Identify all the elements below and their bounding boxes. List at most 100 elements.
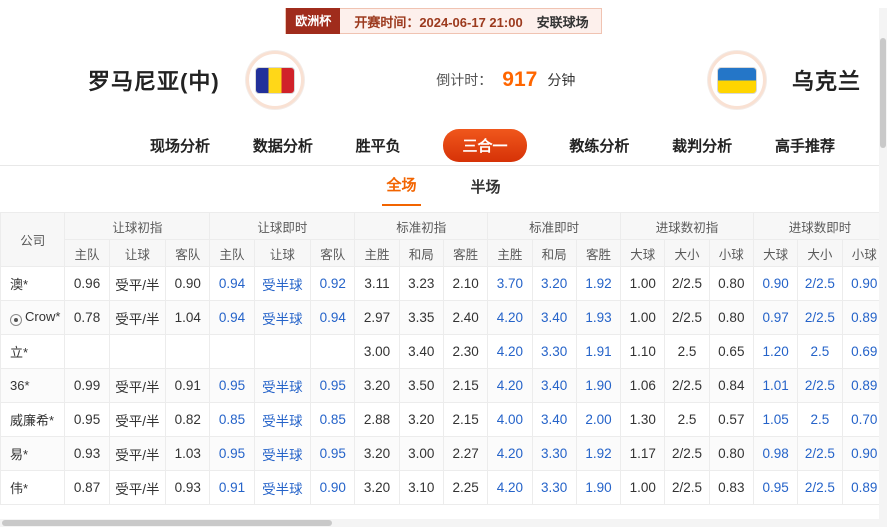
odds-cell: 3.40: [531, 402, 577, 437]
odds-cell: 3.20: [354, 368, 400, 403]
table-row: Crow* 0.78 受平/半 1.04 0.94 受半球 0.94 2.97 3.35 2.40…: [0, 300, 887, 335]
table-row: 澳* 0.96 受平/半 0.90 0.94 受半球 0.92 3.11 3.23 2.10 3.7…: [0, 266, 887, 301]
odds-cell: 0.85: [209, 402, 255, 437]
col-header: 客胜: [575, 239, 622, 267]
odds-cell: [108, 334, 167, 369]
group-header: 标准初指: [354, 212, 489, 240]
odds-cell: [209, 334, 255, 369]
odds-cell: 1.00: [620, 470, 666, 505]
odds-cell: 2.97: [354, 300, 400, 335]
odds-cell: 4.20: [487, 470, 533, 505]
vertical-scrollbar[interactable]: [879, 8, 887, 527]
odds-cell: 受平/半: [108, 402, 167, 437]
tab-data-analysis[interactable]: 数据分析: [253, 135, 313, 156]
odds-cell: 3.23: [398, 266, 444, 301]
odds-cell: 1.00: [620, 300, 666, 335]
table-row: 立* 3.00 3.40 2.30 4.20 3.30 1.91 1.10 2.5 0.65 1.2…: [0, 334, 887, 369]
odds-cell: 3.40: [531, 300, 577, 335]
odds-cell: 1.06: [620, 368, 666, 403]
odds-cell: 2/2.5: [664, 300, 710, 335]
odds-cell: 3.30: [531, 436, 577, 471]
odds-cell: 1.90: [575, 470, 622, 505]
odds-cell: 1.91: [575, 334, 622, 369]
odds-cell: 受平/半: [108, 300, 167, 335]
horizontal-scrollbar[interactable]: [0, 519, 879, 527]
tab-referee-analysis[interactable]: 裁判分析: [672, 135, 732, 156]
odds-cell: 0.80: [708, 300, 754, 335]
odds-cell: 0.93: [165, 470, 211, 505]
odds-cell: 3.30: [531, 470, 577, 505]
odds-cell: 2/2.5: [797, 368, 843, 403]
col-header: 小球: [708, 239, 754, 267]
odds-cell: 0.95: [64, 402, 110, 437]
odds-cell: 3.11: [354, 266, 400, 301]
kickoff-time: 开赛时间：2024-06-17 21:00: [354, 14, 523, 30]
odds-cell: 受半球: [253, 300, 312, 335]
odds-cell: 2.00: [575, 402, 622, 437]
odds-cell: 3.35: [398, 300, 444, 335]
tab-win-draw-loss[interactable]: 胜平负: [356, 135, 401, 156]
col-header: 和局: [531, 239, 577, 267]
odds-cell: 0.85: [310, 402, 356, 437]
odds-cell: 0.92: [310, 266, 356, 301]
home-flag-circle: [245, 51, 304, 109]
odds-cell: 受半球: [253, 402, 312, 437]
odds-cell: 0.91: [209, 470, 255, 505]
odds-cell: 2/2.5: [797, 266, 843, 301]
odds-cell: 2.40: [442, 300, 489, 335]
odds-cell: 0.95: [209, 436, 255, 471]
company-cell[interactable]: 36*: [0, 368, 66, 403]
company-cell[interactable]: 伟*: [0, 470, 66, 505]
odds-table: 公司 让球初指 让球即时 标准初指 标准即时 进球数初指 进球数即时 主队 让球 客队 主队 让球 客队…: [0, 212, 887, 505]
odds-cell: 2/2.5: [664, 368, 710, 403]
company-cell[interactable]: 易*: [0, 436, 66, 471]
group-header: 进球数即时: [752, 212, 887, 240]
odds-cell: 0.80: [708, 266, 754, 301]
odds-cell: 0.96: [64, 266, 110, 301]
col-header: 主队: [64, 239, 110, 267]
subtab-half-match[interactable]: 半场: [467, 176, 505, 206]
col-header: 主队: [209, 239, 255, 267]
odds-cell: 受半球: [253, 436, 312, 471]
odds-cell: 2/2.5: [797, 436, 843, 471]
odds-cell: 3.40: [398, 334, 444, 369]
away-flag-circle: [707, 51, 766, 109]
group-header: 进球数初指: [620, 212, 754, 240]
col-header: 让球: [108, 239, 167, 267]
tab-coach-analysis[interactable]: 教练分析: [569, 135, 629, 156]
odds-cell: 0.82: [165, 402, 211, 437]
table-row: 易* 0.93 受平/半 1.03 0.95 受半球 0.95 3.20 3.00 2.27 4.2…: [0, 436, 887, 471]
odds-cell: 3.40: [531, 368, 577, 403]
tab-three-in-one[interactable]: 三合一: [443, 129, 527, 162]
odds-cell: 3.20: [531, 266, 577, 301]
subtab-full-match[interactable]: 全场: [382, 174, 421, 206]
odds-cell: 0.78: [64, 300, 110, 335]
odds-cell: [165, 334, 211, 369]
horizontal-scrollbar-thumb[interactable]: [2, 520, 332, 526]
odds-cell: 1.93: [575, 300, 622, 335]
odds-cell: 2.30: [442, 334, 489, 369]
company-cell[interactable]: 威廉希*: [0, 402, 66, 437]
odds-cell: 1.20: [752, 334, 799, 369]
col-header: 大小: [797, 239, 843, 267]
odds-cell: 2/2.5: [664, 470, 710, 505]
vertical-scrollbar-thumb[interactable]: [880, 38, 886, 148]
odds-cell: 1.92: [575, 436, 622, 471]
company-name: 易*: [10, 447, 29, 462]
tab-expert-picks[interactable]: 高手推荐: [775, 135, 835, 156]
tab-live-analysis[interactable]: 现场分析: [150, 135, 210, 156]
odds-cell: 0.95: [310, 368, 356, 403]
company-cell[interactable]: 立*: [0, 334, 66, 369]
odds-cell: 2.5: [664, 334, 710, 369]
countdown-label: 倒计时：: [436, 72, 493, 88]
odds-cell: 1.04: [165, 300, 211, 335]
odds-cell: 2/2.5: [797, 470, 843, 505]
odds-cell: 2/2.5: [664, 436, 710, 471]
company-cell[interactable]: Crow*: [0, 300, 66, 335]
odds-cell: 4.20: [487, 334, 533, 369]
col-header: 客队: [165, 239, 211, 267]
odds-cell: 1.03: [165, 436, 211, 471]
company-cell[interactable]: 澳*: [0, 266, 66, 301]
odds-cell: 3.70: [487, 266, 533, 301]
odds-cell: 1.17: [620, 436, 666, 471]
